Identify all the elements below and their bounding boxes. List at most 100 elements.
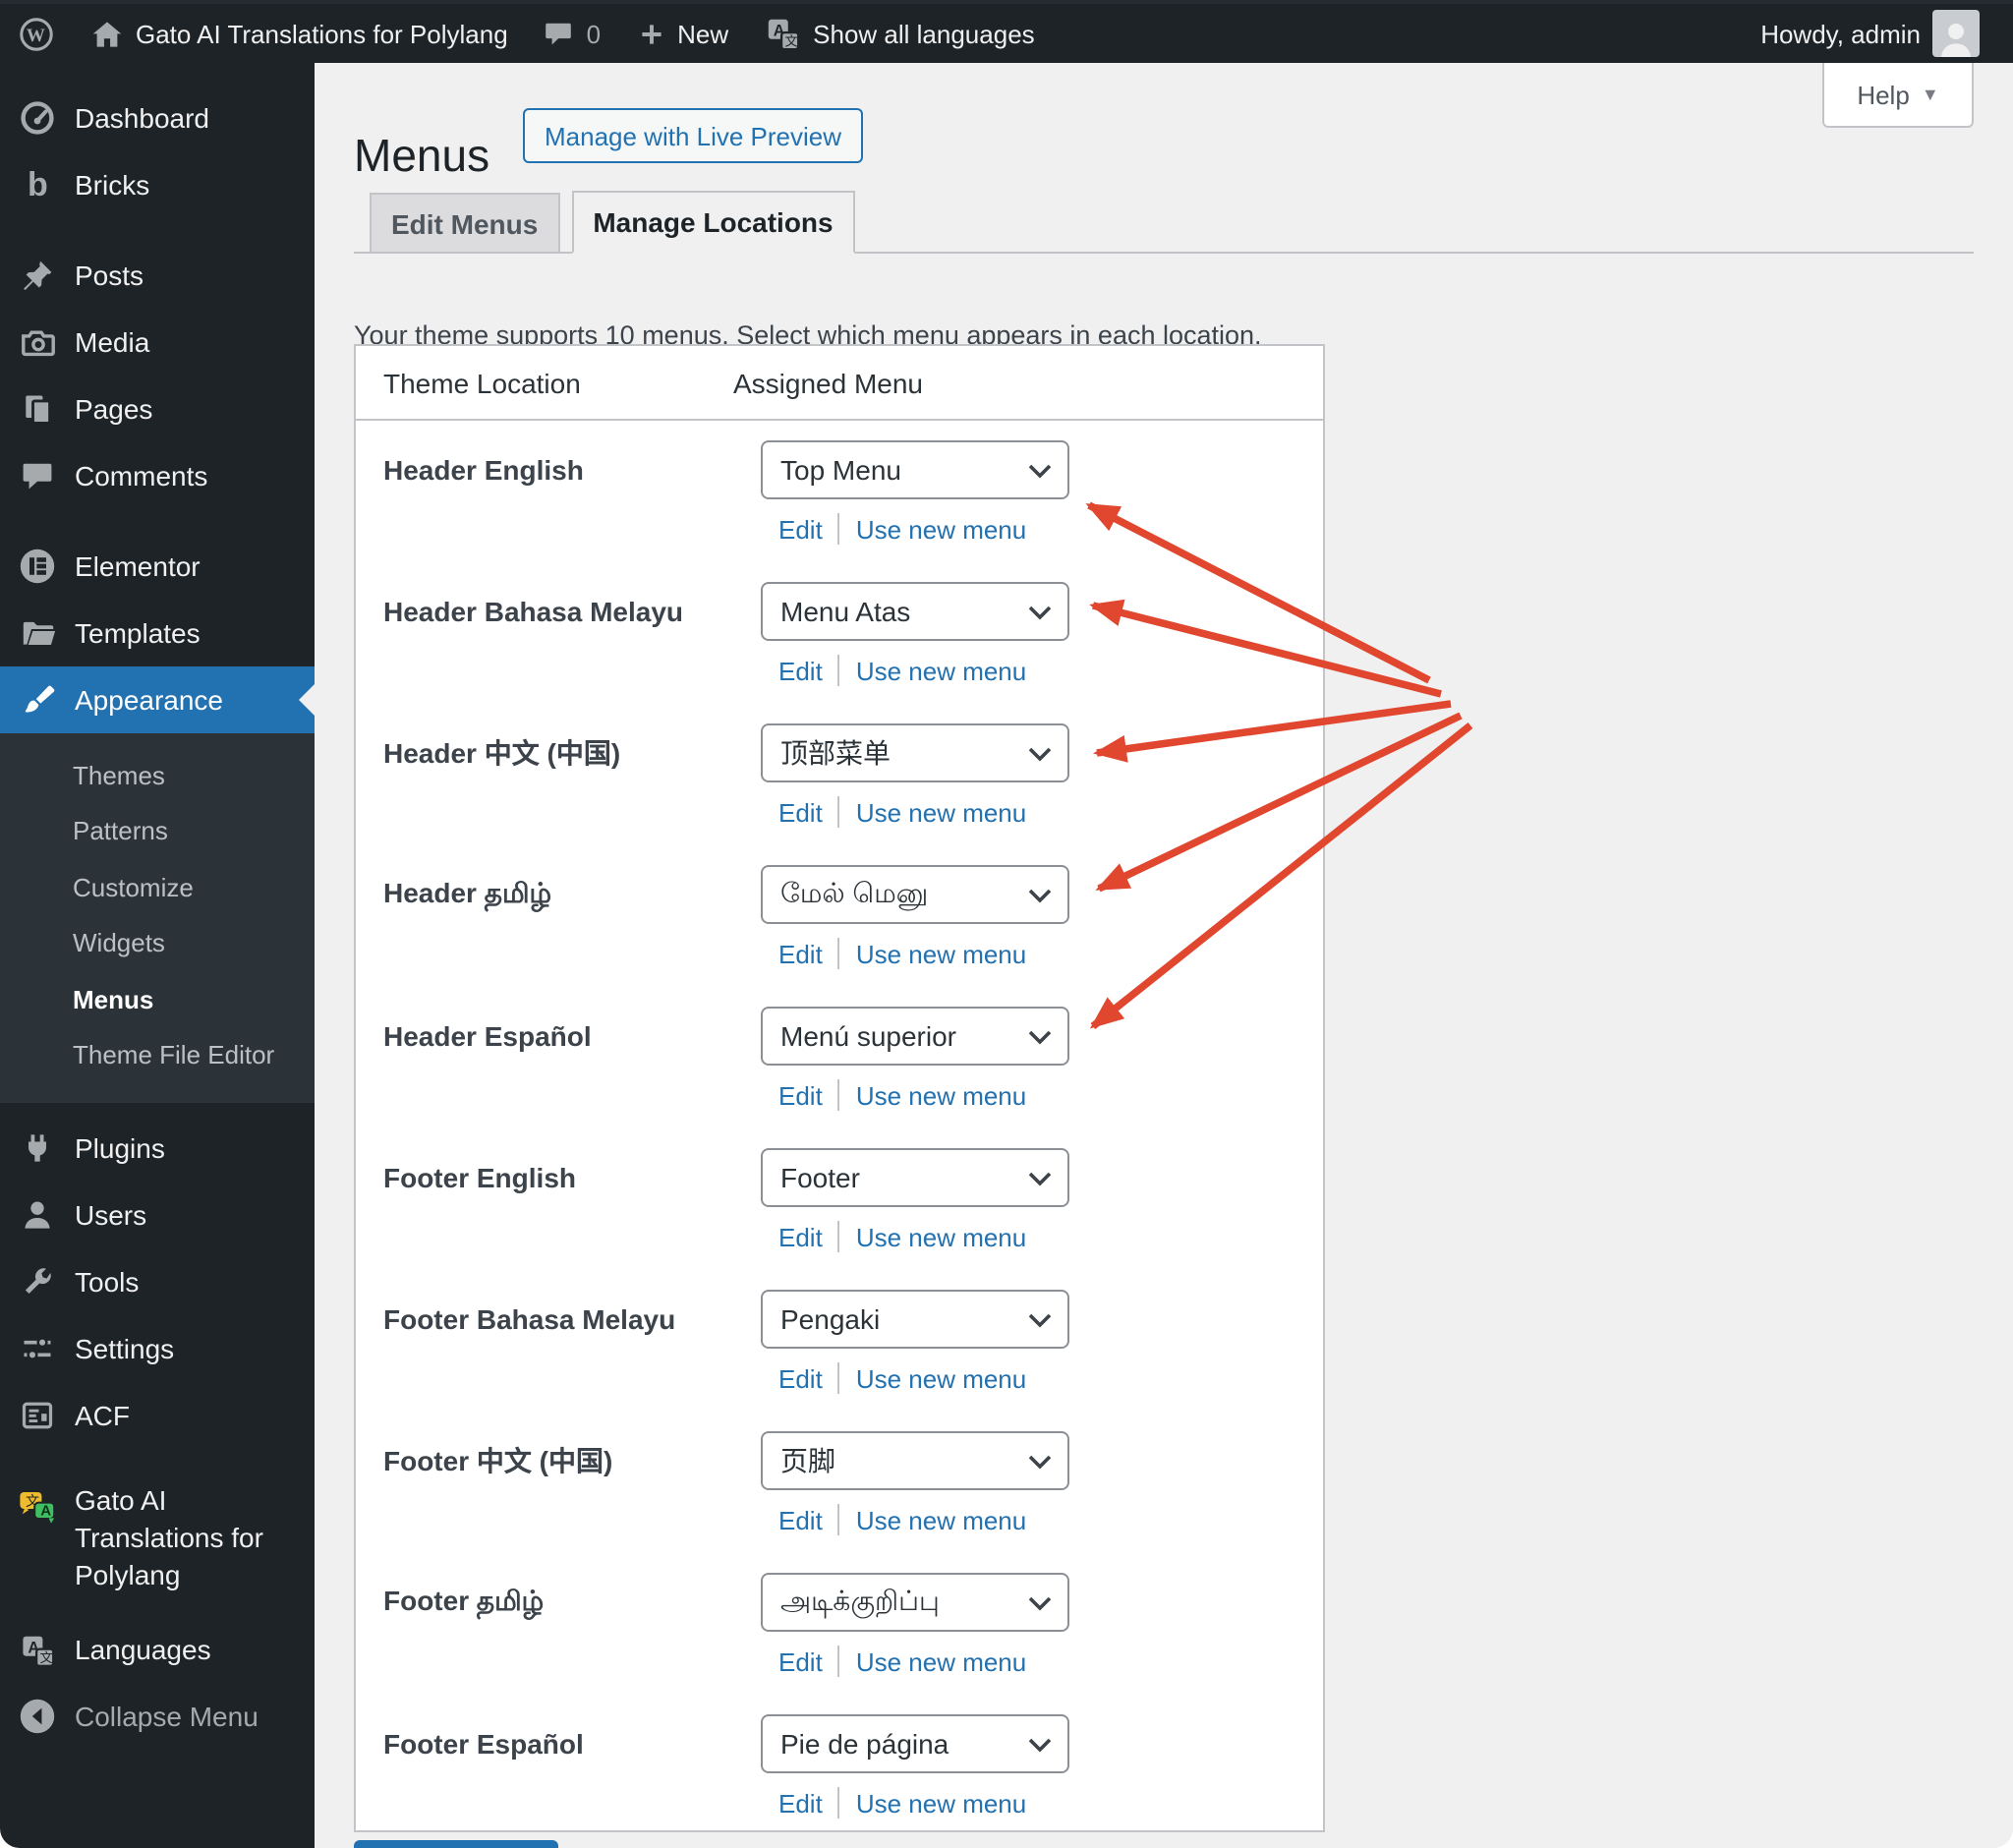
- show-all-languages-label: Show all languages: [813, 19, 1035, 48]
- assigned-menu-select[interactable]: அடிக்குறிப்பு: [761, 1573, 1069, 1632]
- sidebar-item-acf[interactable]: ACF: [0, 1382, 315, 1449]
- admin-bar-show-all-languages[interactable]: A 文 Show all languages: [746, 4, 1053, 63]
- use-new-menu-link[interactable]: Use new menu: [856, 1788, 1026, 1818]
- sidebar-item-gato-ai-translations[interactable]: 文 A Gato AI Translations for Polylang: [0, 1473, 315, 1604]
- tab-edit-menus[interactable]: Edit Menus: [370, 193, 559, 252]
- help-tab[interactable]: Help ▼: [1822, 63, 1974, 128]
- paintbrush-icon: [18, 680, 57, 720]
- assigned-menu-select[interactable]: 顶部菜单: [761, 723, 1069, 782]
- edit-menu-link[interactable]: Edit: [778, 1788, 823, 1818]
- sidebar-item-tools[interactable]: Tools: [0, 1248, 315, 1315]
- tabs: Edit Menus Manage Locations: [354, 191, 1974, 254]
- user-icon: [18, 1195, 57, 1235]
- assigned-menu-select[interactable]: Footer: [761, 1148, 1069, 1207]
- wrench-icon: [18, 1262, 57, 1301]
- assigned-menu-select[interactable]: மேல் மெனு: [761, 865, 1069, 924]
- assigned-menu-select[interactable]: Top Menu: [761, 440, 1069, 499]
- divider: [838, 1646, 840, 1677]
- svg-text:文: 文: [39, 1649, 52, 1664]
- admin-bar-comments[interactable]: 0: [526, 4, 618, 63]
- appearance-submenu: Themes Patterns Customize Widgets Menus …: [0, 733, 315, 1103]
- chevron-down-icon: [1028, 1030, 1052, 1046]
- folder-icon: [18, 613, 57, 653]
- edit-menu-link[interactable]: Edit: [778, 1222, 823, 1251]
- wordpress-admin-screen: W Gato AI Translations for Polylang 0: [0, 0, 2013, 1848]
- table-row: Footer தமிழ் அடிக்குறிப்பு Edit Use new …: [356, 1553, 1323, 1695]
- divider: [838, 1504, 840, 1535]
- use-new-menu-link[interactable]: Use new menu: [856, 1080, 1026, 1110]
- use-new-menu-link[interactable]: Use new menu: [856, 514, 1026, 544]
- manage-with-live-preview-button[interactable]: Manage with Live Preview: [523, 108, 863, 163]
- submenu-item-theme-file-editor[interactable]: Theme File Editor: [0, 1027, 315, 1083]
- sidebar-item-templates[interactable]: Templates: [0, 600, 315, 666]
- svg-text:b: b: [28, 166, 48, 203]
- theme-location-label: Header Bahasa Melayu: [356, 562, 761, 661]
- edit-menu-link[interactable]: Edit: [778, 797, 823, 827]
- chevron-down-icon: [1028, 889, 1052, 904]
- wordpress-logo-menu[interactable]: W: [0, 4, 73, 63]
- divider: [838, 513, 840, 545]
- admin-bar-my-account[interactable]: Howdy, admin: [1743, 10, 1997, 57]
- sidebar-item-pages[interactable]: Pages: [0, 375, 315, 442]
- sidebar-item-appearance[interactable]: Appearance: [0, 666, 315, 733]
- use-new-menu-link[interactable]: Use new menu: [856, 1222, 1026, 1251]
- sidebar-item-bricks[interactable]: b Bricks: [0, 151, 315, 218]
- column-header-theme-location: Theme Location: [356, 367, 733, 398]
- theme-location-label: Header தமிழ்: [356, 845, 761, 944]
- admin-sidebar: Dashboard b Bricks Posts: [0, 63, 315, 1848]
- avatar: [1932, 10, 1980, 57]
- sidebar-item-posts[interactable]: Posts: [0, 242, 315, 309]
- edit-menu-link[interactable]: Edit: [778, 1646, 823, 1676]
- assigned-menu-select[interactable]: Pengaki: [761, 1290, 1069, 1349]
- admin-bar-new[interactable]: New: [618, 4, 746, 63]
- sidebar-item-plugins[interactable]: Plugins: [0, 1115, 315, 1182]
- save-changes-button-partial[interactable]: [354, 1840, 558, 1848]
- edit-menu-link[interactable]: Edit: [778, 939, 823, 968]
- use-new-menu-link[interactable]: Use new menu: [856, 1505, 1026, 1534]
- edit-menu-link[interactable]: Edit: [778, 514, 823, 544]
- submenu-item-patterns[interactable]: Patterns: [0, 803, 315, 859]
- table-row: Header Bahasa Melayu Menu Atas Edit Use …: [356, 562, 1323, 704]
- chevron-down-icon: [1028, 1738, 1052, 1754]
- sidebar-item-comments[interactable]: Comments: [0, 442, 315, 509]
- chevron-down-icon: [1028, 1172, 1052, 1187]
- sidebar-item-users[interactable]: Users: [0, 1182, 315, 1248]
- sidebar-item-media[interactable]: Media: [0, 309, 315, 375]
- divider: [838, 1221, 840, 1252]
- sidebar-item-languages[interactable]: A 文 Languages: [0, 1616, 315, 1683]
- chevron-down-icon: [1028, 1313, 1052, 1329]
- divider: [838, 655, 840, 686]
- sidebar-item-dashboard[interactable]: Dashboard: [0, 85, 315, 151]
- admin-bar-site-link[interactable]: Gato AI Translations for Polylang: [73, 4, 526, 63]
- edit-menu-link[interactable]: Edit: [778, 656, 823, 685]
- submenu-item-menus[interactable]: Menus: [0, 971, 315, 1027]
- use-new-menu-link[interactable]: Use new menu: [856, 797, 1026, 827]
- menu-locations-table: Theme Location Assigned Menu Header Engl…: [354, 344, 1325, 1832]
- use-new-menu-link[interactable]: Use new menu: [856, 656, 1026, 685]
- edit-menu-link[interactable]: Edit: [778, 1505, 823, 1534]
- assigned-menu-select[interactable]: Menu Atas: [761, 582, 1069, 641]
- howdy-label: Howdy, admin: [1760, 19, 1921, 48]
- assigned-menu-select[interactable]: Menú superior: [761, 1007, 1069, 1066]
- use-new-menu-link[interactable]: Use new menu: [856, 939, 1026, 968]
- assigned-menu-select[interactable]: Pie de página: [761, 1714, 1069, 1773]
- sidebar-item-elementor[interactable]: Elementor: [0, 533, 315, 600]
- submenu-item-widgets[interactable]: Widgets: [0, 915, 315, 971]
- edit-menu-link[interactable]: Edit: [778, 1080, 823, 1110]
- sidebar-item-collapse-menu[interactable]: Collapse Menu: [0, 1683, 315, 1750]
- comment-bubble-icon: [18, 456, 57, 495]
- submenu-item-themes[interactable]: Themes: [0, 747, 315, 803]
- svg-text:A: A: [40, 1502, 51, 1519]
- edit-menu-link[interactable]: Edit: [778, 1363, 823, 1393]
- submenu-item-customize[interactable]: Customize: [0, 859, 315, 915]
- svg-text:文: 文: [784, 32, 797, 47]
- table-row: Header Español Menú superior Edit Use ne…: [356, 987, 1323, 1128]
- pushpin-icon: [18, 256, 57, 295]
- use-new-menu-link[interactable]: Use new menu: [856, 1363, 1026, 1393]
- table-row: Header 中文 (中国) 顶部菜单 Edit Use new menu: [356, 704, 1323, 845]
- assigned-menu-select[interactable]: 页脚: [761, 1431, 1069, 1490]
- use-new-menu-link[interactable]: Use new menu: [856, 1646, 1026, 1676]
- sidebar-item-settings[interactable]: Settings: [0, 1315, 315, 1382]
- theme-location-label: Header 中文 (中国): [356, 704, 761, 802]
- tab-manage-locations[interactable]: Manage Locations: [571, 191, 854, 254]
